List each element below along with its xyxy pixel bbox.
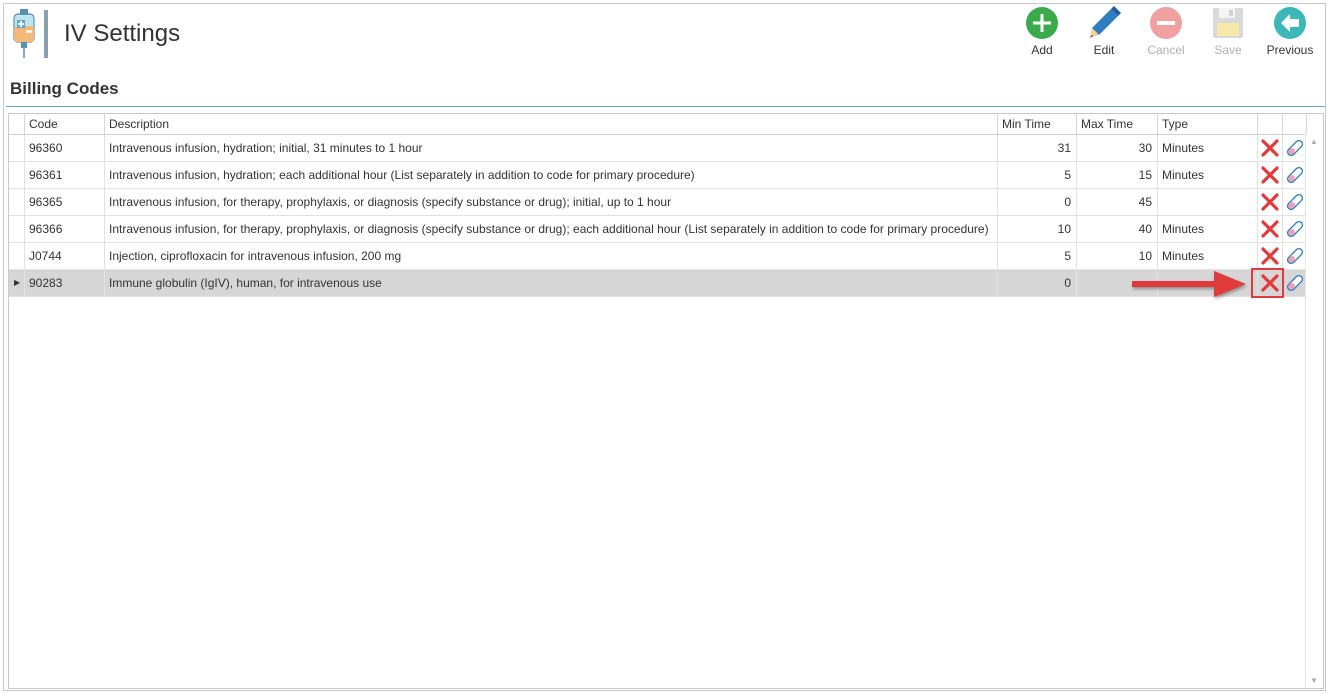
table-row[interactable]: 96366 Intravenous infusion, for therapy,… xyxy=(9,216,1307,243)
billing-codes-grid: Code Description Min Time Max Time Type … xyxy=(8,113,1324,689)
delete-row-button[interactable] xyxy=(1258,243,1283,269)
iv-bag-icon xyxy=(13,9,48,58)
header-edit xyxy=(1283,114,1307,134)
max-time-cell[interactable]: 30 xyxy=(1077,135,1158,161)
toolbar: Add Edit Cancel Save Previous xyxy=(1011,6,1321,62)
min-time-cell[interactable]: 31 xyxy=(998,135,1077,161)
type-cell[interactable]: Minutes xyxy=(1158,162,1258,188)
vertical-scrollbar[interactable]: ▲ ▼ xyxy=(1305,134,1323,688)
max-time-cell[interactable]: 45 xyxy=(1077,189,1158,215)
table-row[interactable]: 96360 Intravenous infusion, hydration; i… xyxy=(9,135,1307,162)
save-button-label: Save xyxy=(1214,43,1242,57)
section-divider xyxy=(6,106,1325,107)
header-indicator xyxy=(9,114,25,134)
row-indicator-cell xyxy=(9,243,25,269)
type-cell[interactable]: Minutes xyxy=(1158,216,1258,242)
header-code[interactable]: Code xyxy=(25,114,105,134)
delete-row-button[interactable] xyxy=(1258,189,1283,215)
eraser-icon xyxy=(1286,274,1303,292)
row-indicator-cell xyxy=(9,162,25,188)
section-title: Billing Codes xyxy=(10,79,119,98)
scroll-up-icon[interactable]: ▲ xyxy=(1310,137,1318,146)
current-row-indicator-icon: ▶ xyxy=(14,278,21,287)
code-cell[interactable]: 96365 xyxy=(25,189,105,215)
table-row[interactable]: 96365 Intravenous infusion, for therapy,… xyxy=(9,189,1307,216)
description-cell[interactable]: Intravenous infusion, for therapy, proph… xyxy=(105,216,998,242)
edit-row-button[interactable] xyxy=(1283,189,1307,215)
type-cell[interactable]: Minutes xyxy=(1158,135,1258,161)
add-button-label: Add xyxy=(1031,43,1053,57)
header-type[interactable]: Type xyxy=(1158,114,1258,134)
header-max-time[interactable]: Max Time xyxy=(1077,114,1158,134)
row-indicator-cell: ▶ xyxy=(9,270,25,296)
min-time-cell[interactable]: 5 xyxy=(998,162,1077,188)
previous-button-label: Previous xyxy=(1266,43,1314,57)
delete-row-button[interactable] xyxy=(1258,135,1283,161)
type-cell[interactable]: Minutes xyxy=(1158,243,1258,269)
delete-row-button[interactable] xyxy=(1258,162,1283,188)
previous-button[interactable]: Previous xyxy=(1259,6,1321,62)
code-cell[interactable]: 90283 xyxy=(25,270,105,296)
edit-button-label: Edit xyxy=(1093,43,1115,57)
eraser-icon xyxy=(1286,166,1303,184)
edit-row-button[interactable] xyxy=(1283,135,1307,161)
code-cell[interactable]: 96360 xyxy=(25,135,105,161)
row-indicator-cell xyxy=(9,135,25,161)
grid-header: Code Description Min Time Max Time Type xyxy=(9,114,1323,135)
description-cell[interactable]: Intravenous infusion, hydration; initial… xyxy=(105,135,998,161)
save-button[interactable]: Save xyxy=(1197,6,1259,62)
eraser-icon xyxy=(1286,247,1303,265)
red-x-icon xyxy=(1261,247,1279,265)
min-time-cell[interactable]: 0 xyxy=(998,189,1077,215)
description-cell[interactable]: Injection, ciprofloxacin for intravenous… xyxy=(105,243,998,269)
header-min-time[interactable]: Min Time xyxy=(998,114,1077,134)
eraser-icon xyxy=(1286,193,1303,211)
add-button[interactable]: Add xyxy=(1011,6,1073,62)
type-cell[interactable] xyxy=(1158,189,1258,215)
min-time-cell[interactable]: 5 xyxy=(998,243,1077,269)
edit-row-button[interactable] xyxy=(1283,216,1307,242)
annotation-highlight-box xyxy=(1251,268,1284,298)
edit-row-button[interactable] xyxy=(1283,243,1307,269)
cancel-button[interactable]: Cancel xyxy=(1135,6,1197,62)
page-title: IV Settings xyxy=(64,20,181,47)
floppy-disk-icon xyxy=(1211,6,1245,40)
table-row[interactable]: J0744 Injection, ciprofloxacin for intra… xyxy=(9,243,1307,270)
arrow-left-circle-icon xyxy=(1273,6,1307,40)
description-cell[interactable]: Immune globulin (IgIV), human, for intra… xyxy=(105,270,998,296)
edit-row-button[interactable] xyxy=(1283,270,1307,296)
min-time-cell[interactable]: 10 xyxy=(998,216,1077,242)
table-row[interactable]: 96361 Intravenous infusion, hydration; e… xyxy=(9,162,1307,189)
min-time-cell[interactable]: 0 xyxy=(998,270,1077,296)
red-x-icon xyxy=(1261,139,1279,157)
code-cell[interactable]: J0744 xyxy=(25,243,105,269)
scroll-down-icon[interactable]: ▼ xyxy=(1310,676,1318,685)
red-x-icon xyxy=(1261,166,1279,184)
annotation-arrow-icon xyxy=(1132,271,1246,297)
plus-circle-icon xyxy=(1025,6,1059,40)
eraser-icon xyxy=(1286,139,1303,157)
minus-circle-icon xyxy=(1149,6,1183,40)
red-x-icon xyxy=(1261,193,1279,211)
row-indicator-cell xyxy=(9,189,25,215)
max-time-cell[interactable]: 10 xyxy=(1077,243,1158,269)
max-time-cell[interactable]: 40 xyxy=(1077,216,1158,242)
edit-row-button[interactable] xyxy=(1283,162,1307,188)
red-x-icon xyxy=(1261,220,1279,238)
description-cell[interactable]: Intravenous infusion, hydration; each ad… xyxy=(105,162,998,188)
eraser-icon xyxy=(1286,220,1303,238)
edit-button[interactable]: Edit xyxy=(1073,6,1135,62)
header-delete xyxy=(1258,114,1283,134)
code-cell[interactable]: 96366 xyxy=(25,216,105,242)
code-cell[interactable]: 96361 xyxy=(25,162,105,188)
pencil-icon xyxy=(1087,6,1121,40)
delete-row-button[interactable] xyxy=(1258,216,1283,242)
header-description[interactable]: Description xyxy=(105,114,998,134)
max-time-cell[interactable]: 15 xyxy=(1077,162,1158,188)
table-row-selected[interactable]: ▶ 90283 Immune globulin (IgIV), human, f… xyxy=(9,270,1307,297)
description-cell[interactable]: Intravenous infusion, for therapy, proph… xyxy=(105,189,998,215)
cancel-button-label: Cancel xyxy=(1147,43,1185,57)
row-indicator-cell xyxy=(9,216,25,242)
